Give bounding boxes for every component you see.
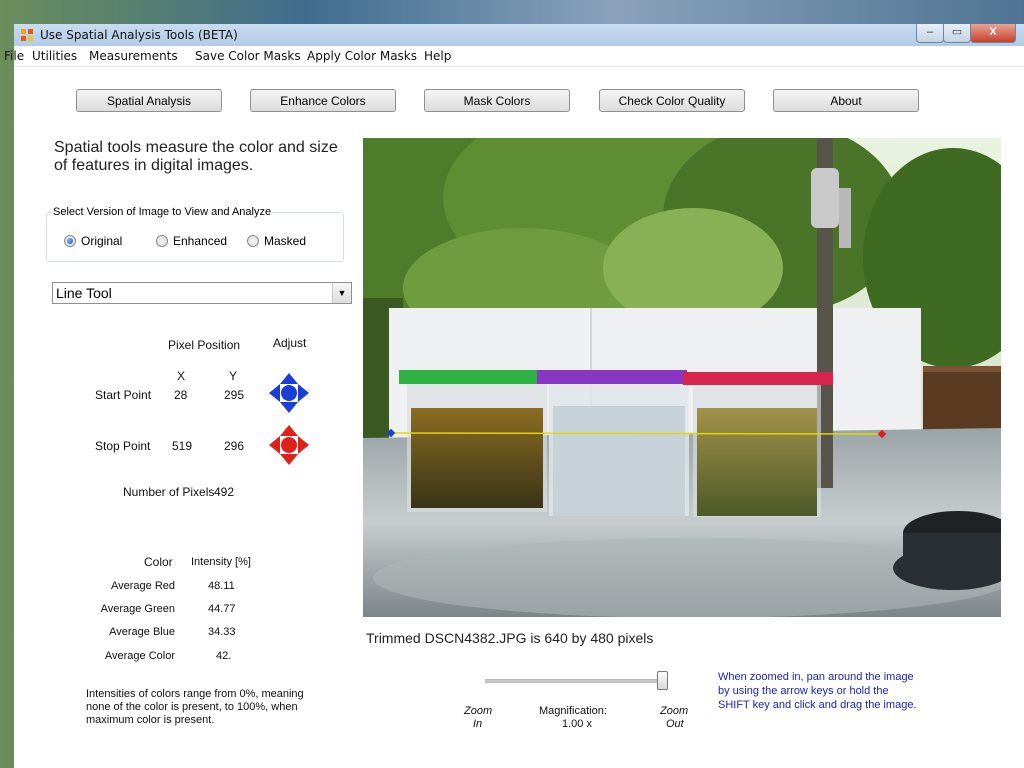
blue-direction-pad-icon[interactable] bbox=[268, 372, 310, 414]
start-point-label: Start Point bbox=[95, 388, 152, 402]
menu-help[interactable]: Help bbox=[424, 49, 451, 63]
radio-enhanced[interactable]: Enhanced bbox=[156, 234, 227, 248]
intensity-header: Intensity [%] bbox=[191, 556, 251, 568]
zoom-slider-thumb[interactable] bbox=[657, 671, 668, 690]
enhance-colors-button[interactable]: Enhance Colors bbox=[250, 89, 396, 112]
pixel-position-header: Pixel Position bbox=[168, 338, 241, 352]
menu-file[interactable]: File bbox=[4, 49, 24, 63]
image-caption: Trimmed DSCN4382.JPG is 640 by 480 pixel… bbox=[366, 630, 654, 646]
color-header: Color bbox=[144, 555, 173, 569]
close-button[interactable]: X bbox=[970, 24, 1016, 43]
zoom-hint-text: When zoomed in, pan around the image by … bbox=[718, 671, 917, 711]
analysis-photo[interactable] bbox=[363, 138, 1001, 617]
zoom-in-sub-label: In bbox=[473, 718, 483, 730]
menu-measurements[interactable]: Measurements bbox=[89, 49, 178, 63]
window-title: Use Spatial Analysis Tools (BETA) bbox=[40, 28, 238, 42]
average-green-label: Average Green bbox=[100, 603, 175, 615]
image-version-group-title: Select Version of Image to View and Anal… bbox=[52, 206, 273, 218]
average-green-value: 44.77 bbox=[208, 603, 236, 615]
stop-x-value: 519 bbox=[172, 439, 193, 453]
number-of-pixels-value: 492 bbox=[214, 485, 235, 499]
y-header: Y bbox=[229, 369, 238, 383]
radio-button-icon bbox=[247, 235, 259, 247]
number-of-pixels-label: Number of Pixels bbox=[123, 485, 215, 499]
stop-point-label: Stop Point bbox=[95, 439, 151, 453]
radio-original[interactable]: Original bbox=[64, 234, 122, 248]
menu-save-color-masks[interactable]: Save Color Masks bbox=[195, 49, 301, 63]
about-button[interactable]: About bbox=[773, 89, 919, 112]
radio-button-icon bbox=[64, 235, 76, 247]
zoom-out-sub-label: Out bbox=[666, 718, 684, 730]
check-color-quality-button[interactable]: Check Color Quality bbox=[599, 89, 745, 112]
magnification-value: 1.00 x bbox=[562, 718, 592, 730]
intensity-note: Intensities of colors range from 0%, mea… bbox=[86, 688, 304, 726]
minimize-button[interactable]: – bbox=[916, 24, 944, 43]
average-color-label: Average Color bbox=[104, 650, 175, 662]
app-icon bbox=[21, 29, 33, 41]
average-red-value: 48.11 bbox=[208, 580, 235, 592]
adjust-header: Adjust bbox=[273, 336, 307, 350]
menu-bar: File Utilities Measurements Save Color M… bbox=[4, 46, 1024, 67]
title-bar[interactable]: Use Spatial Analysis Tools (BETA) – ▭ X bbox=[14, 24, 1024, 46]
x-header: X bbox=[177, 369, 186, 383]
radio-label: Enhanced bbox=[173, 234, 228, 248]
average-red-label: Average Red bbox=[110, 580, 175, 592]
spatial-analysis-button[interactable]: Spatial Analysis bbox=[76, 89, 222, 112]
radio-masked[interactable]: Masked bbox=[247, 234, 306, 248]
image-viewer[interactable] bbox=[363, 138, 1001, 617]
start-y-value: 295 bbox=[224, 388, 245, 402]
zoom-slider-track[interactable] bbox=[485, 679, 667, 683]
chevron-down-icon[interactable]: ▼ bbox=[332, 283, 351, 303]
start-x-value: 28 bbox=[174, 388, 188, 402]
average-color-value: 42. bbox=[216, 650, 232, 662]
tool-select-dropdown[interactable]: Line Tool ▼ bbox=[52, 282, 352, 304]
average-blue-label: Average Blue bbox=[109, 626, 175, 638]
tool-description: Spatial tools measure the color and size… bbox=[54, 139, 338, 174]
red-direction-pad-icon[interactable] bbox=[268, 424, 310, 466]
zoom-out-label: Zoom bbox=[660, 705, 689, 717]
zoom-in-label: Zoom bbox=[464, 705, 493, 717]
stop-y-value: 296 bbox=[224, 439, 245, 453]
menu-utilities[interactable]: Utilities bbox=[32, 49, 77, 63]
menu-apply-color-masks[interactable]: Apply Color Masks bbox=[307, 49, 417, 63]
restore-button[interactable]: ▭ bbox=[943, 24, 971, 43]
magnification-label: Magnification: bbox=[539, 705, 607, 717]
measurement-line[interactable] bbox=[390, 432, 883, 435]
mask-colors-button[interactable]: Mask Colors bbox=[424, 89, 570, 112]
average-blue-value: 34.33 bbox=[208, 626, 236, 638]
radio-label: Original bbox=[81, 234, 123, 248]
radio-button-icon bbox=[156, 235, 168, 247]
tool-select-value: Line Tool bbox=[56, 285, 112, 301]
radio-label: Masked bbox=[264, 234, 307, 248]
